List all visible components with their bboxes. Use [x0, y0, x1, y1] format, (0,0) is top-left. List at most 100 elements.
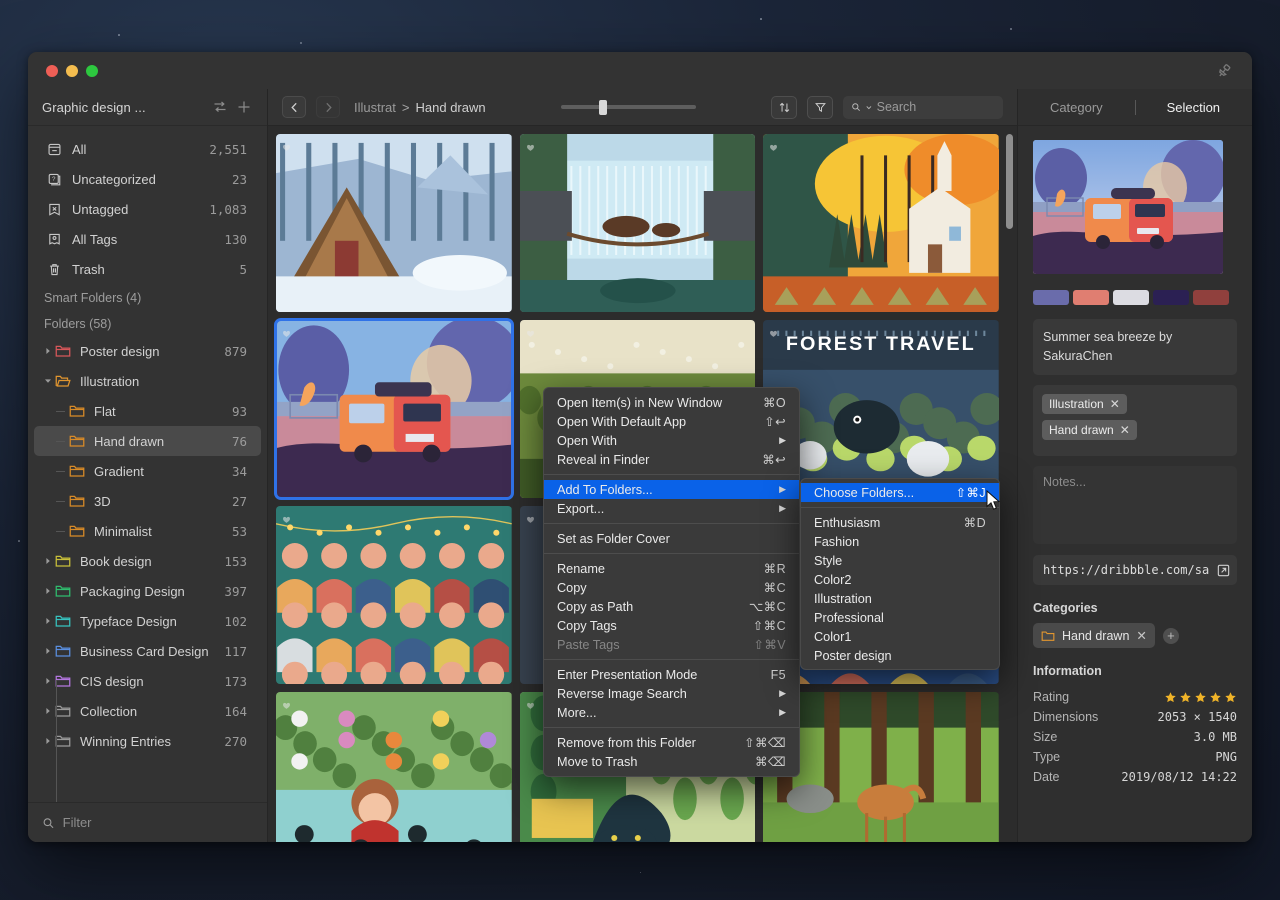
- funnel-icon[interactable]: [807, 95, 834, 119]
- chevron-right-icon[interactable]: [42, 707, 53, 715]
- favorite-icon[interactable]: [769, 325, 778, 343]
- menu-item-set-as-folder-cover[interactable]: Set as Folder Cover: [544, 529, 799, 548]
- favorite-icon[interactable]: [282, 325, 291, 343]
- back-button[interactable]: [282, 96, 306, 118]
- thumbnail-snow-cabin-illustration[interactable]: [276, 134, 512, 312]
- submenu-item-poster-design[interactable]: Poster design: [801, 646, 999, 665]
- thumbnail-crowd-people-illustration[interactable]: [276, 506, 512, 684]
- chevron-down-icon[interactable]: [866, 104, 872, 111]
- filter-input[interactable]: [62, 815, 253, 830]
- notes-field[interactable]: Notes...: [1033, 466, 1237, 544]
- sidebar-folder-collection[interactable]: Collection 164: [34, 696, 261, 726]
- menu-item-add-to-folders[interactable]: Add To Folders... ▶: [544, 480, 799, 499]
- sidebar-item-untagged[interactable]: Untagged 1,083: [34, 194, 261, 224]
- category-chip-hand-drawn[interactable]: Hand drawn ✕: [1033, 623, 1155, 648]
- breadcrumb-current[interactable]: Hand drawn: [416, 100, 486, 115]
- favorite-icon[interactable]: [769, 139, 778, 157]
- rating-stars[interactable]: [1164, 691, 1237, 704]
- sidebar-folder-packaging-design[interactable]: Packaging Design 397: [34, 576, 261, 606]
- sidebar-item-uncategorized[interactable]: ? Uncategorized 23: [34, 164, 261, 194]
- menu-item-copy-as-path[interactable]: Copy as Path ⌥⌘C: [544, 597, 799, 616]
- favorite-icon[interactable]: [526, 697, 535, 715]
- sidebar-folder-business-card-design[interactable]: Business Card Design 117: [34, 636, 261, 666]
- sort-arrows-icon[interactable]: [771, 95, 798, 119]
- remove-tag-icon[interactable]: ✕: [1110, 397, 1120, 411]
- submenu-item-choose-folders[interactable]: Choose Folders... ⇧⌘J: [801, 483, 999, 502]
- chevron-right-icon[interactable]: [42, 617, 53, 625]
- remove-category-icon[interactable]: ✕: [1136, 628, 1146, 643]
- tab-category[interactable]: Category: [1050, 100, 1103, 115]
- sidebar-folder-gradient[interactable]: Gradient 34: [34, 456, 261, 486]
- search-input[interactable]: [876, 100, 995, 114]
- sidebar-folder-3d[interactable]: 3D 27: [34, 486, 261, 516]
- external-link-icon[interactable]: [1216, 563, 1231, 578]
- sidebar-folder-minimalist[interactable]: Minimalist 53: [34, 516, 261, 546]
- menu-item-more[interactable]: More... ▶: [544, 703, 799, 722]
- menu-item-export[interactable]: Export... ▶: [544, 499, 799, 518]
- source-url-field[interactable]: https://dribbble.com/sa: [1033, 555, 1237, 585]
- thumbnail-autumn-church-illustration[interactable]: [763, 134, 999, 312]
- color-swatch-0[interactable]: [1033, 290, 1069, 305]
- remove-tag-icon[interactable]: ✕: [1120, 423, 1130, 437]
- maximize-button[interactable]: [86, 64, 98, 77]
- plus-icon[interactable]: [235, 98, 253, 116]
- close-button[interactable]: [46, 64, 58, 77]
- context-menu[interactable]: Open Item(s) in New Window ⌘O Open With De…: [543, 387, 800, 777]
- color-swatch-4[interactable]: [1193, 290, 1229, 305]
- menu-item-open-with[interactable]: Open With ▶: [544, 431, 799, 450]
- library-title[interactable]: Graphic design ...: [42, 100, 205, 115]
- sidebar-item-all[interactable]: All 2,551: [34, 134, 261, 164]
- plus-circle-icon[interactable]: +: [1162, 627, 1179, 644]
- thumbnail-girl-in-flowers-illustration[interactable]: [276, 692, 512, 842]
- sidebar-folder-book-design[interactable]: Book design 153: [34, 546, 261, 576]
- sidebar-folder-poster-design[interactable]: Poster design 879: [34, 336, 261, 366]
- favorite-icon[interactable]: [282, 511, 291, 529]
- tab-selection[interactable]: Selection: [1167, 100, 1220, 115]
- minimize-button[interactable]: [66, 64, 78, 77]
- chevron-right-icon[interactable]: [42, 347, 53, 355]
- favorite-icon[interactable]: [282, 697, 291, 715]
- submenu-item-color1[interactable]: Color1: [801, 627, 999, 646]
- submenu-item-enthusiasm[interactable]: Enthusiasm ⌘D: [801, 513, 999, 532]
- sidebar-folder-cis-design[interactable]: CIS design 173: [34, 666, 261, 696]
- tag-chip[interactable]: Illustration ✕: [1042, 394, 1127, 414]
- chevron-right-icon[interactable]: [42, 677, 53, 685]
- menu-item-copy-tags[interactable]: Copy Tags ⇧⌘C: [544, 616, 799, 635]
- sidebar-folder-hand-drawn[interactable]: Hand drawn 76: [34, 426, 261, 456]
- menu-item-remove-from-this-folder[interactable]: Remove from this Folder ⇧⌘⌫: [544, 733, 799, 752]
- menu-item-open-with-default-app[interactable]: Open With Default App ⇧↩: [544, 412, 799, 431]
- submenu-item-color2[interactable]: Color2: [801, 570, 999, 589]
- search-box[interactable]: [843, 95, 1004, 119]
- breadcrumb-parent[interactable]: Illustrat: [354, 100, 396, 115]
- sidebar-folder-typeface-design[interactable]: Typeface Design 102: [34, 606, 261, 636]
- forward-button[interactable]: [316, 96, 340, 118]
- submenu-item-professional[interactable]: Professional: [801, 608, 999, 627]
- chevron-right-icon[interactable]: [42, 647, 53, 655]
- chevron-right-icon[interactable]: [42, 557, 53, 565]
- color-swatch-1[interactable]: [1073, 290, 1109, 305]
- add-to-folders-submenu[interactable]: Choose Folders... ⇧⌘J Enthusiasm ⌘D Fashion S…: [800, 478, 1000, 670]
- menu-item-reverse-image-search[interactable]: Reverse Image Search ▶: [544, 684, 799, 703]
- menu-item-enter-presentation-mode[interactable]: Enter Presentation Mode F5: [544, 665, 799, 684]
- color-swatch-2[interactable]: [1113, 290, 1149, 305]
- favorite-icon[interactable]: [526, 325, 535, 343]
- slider-knob[interactable]: [598, 99, 607, 115]
- pin-icon[interactable]: [1216, 63, 1232, 79]
- menu-item-open-item-s-in-new-window[interactable]: Open Item(s) in New Window ⌘O: [544, 393, 799, 412]
- thumbnail-size-slider[interactable]: [560, 99, 696, 115]
- menu-item-copy[interactable]: Copy ⌘C: [544, 578, 799, 597]
- sidebar-folder-illustration[interactable]: Illustration: [34, 366, 261, 396]
- chevron-right-icon[interactable]: [42, 737, 53, 745]
- chevron-right-icon[interactable]: [42, 587, 53, 595]
- favorite-icon[interactable]: [526, 139, 535, 157]
- thumbnail-summer-sea-breeze-van-illustration[interactable]: [274, 318, 514, 500]
- tag-chip[interactable]: Hand drawn ✕: [1042, 420, 1137, 440]
- favorite-icon[interactable]: [282, 139, 291, 157]
- sidebar-item-trash[interactable]: Trash 5: [34, 254, 261, 284]
- item-title[interactable]: Summer sea breeze by SakuraChen: [1033, 319, 1237, 375]
- submenu-item-illustration[interactable]: Illustration: [801, 589, 999, 608]
- sort-icon[interactable]: [211, 98, 229, 116]
- menu-item-move-to-trash[interactable]: Move to Trash ⌘⌫: [544, 752, 799, 771]
- submenu-item-fashion[interactable]: Fashion: [801, 532, 999, 551]
- sidebar-folder-flat[interactable]: Flat 93: [34, 396, 261, 426]
